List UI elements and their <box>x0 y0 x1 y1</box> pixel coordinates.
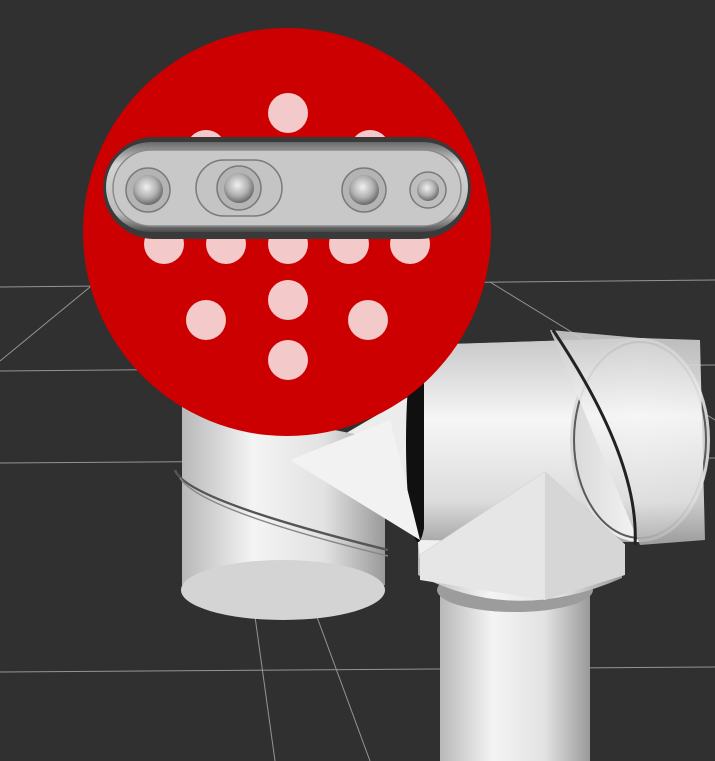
3d-viewport[interactable] <box>0 0 715 761</box>
robot-upper-arm-link <box>406 329 710 600</box>
rgb-lens-icon <box>409 171 447 209</box>
3d-scene[interactable] <box>0 0 715 761</box>
left-ir-lens-icon <box>125 167 171 213</box>
depth-camera-model[interactable] <box>103 137 471 239</box>
right-ir-lens-icon <box>341 167 387 213</box>
ir-projector-lens-icon <box>216 165 262 211</box>
